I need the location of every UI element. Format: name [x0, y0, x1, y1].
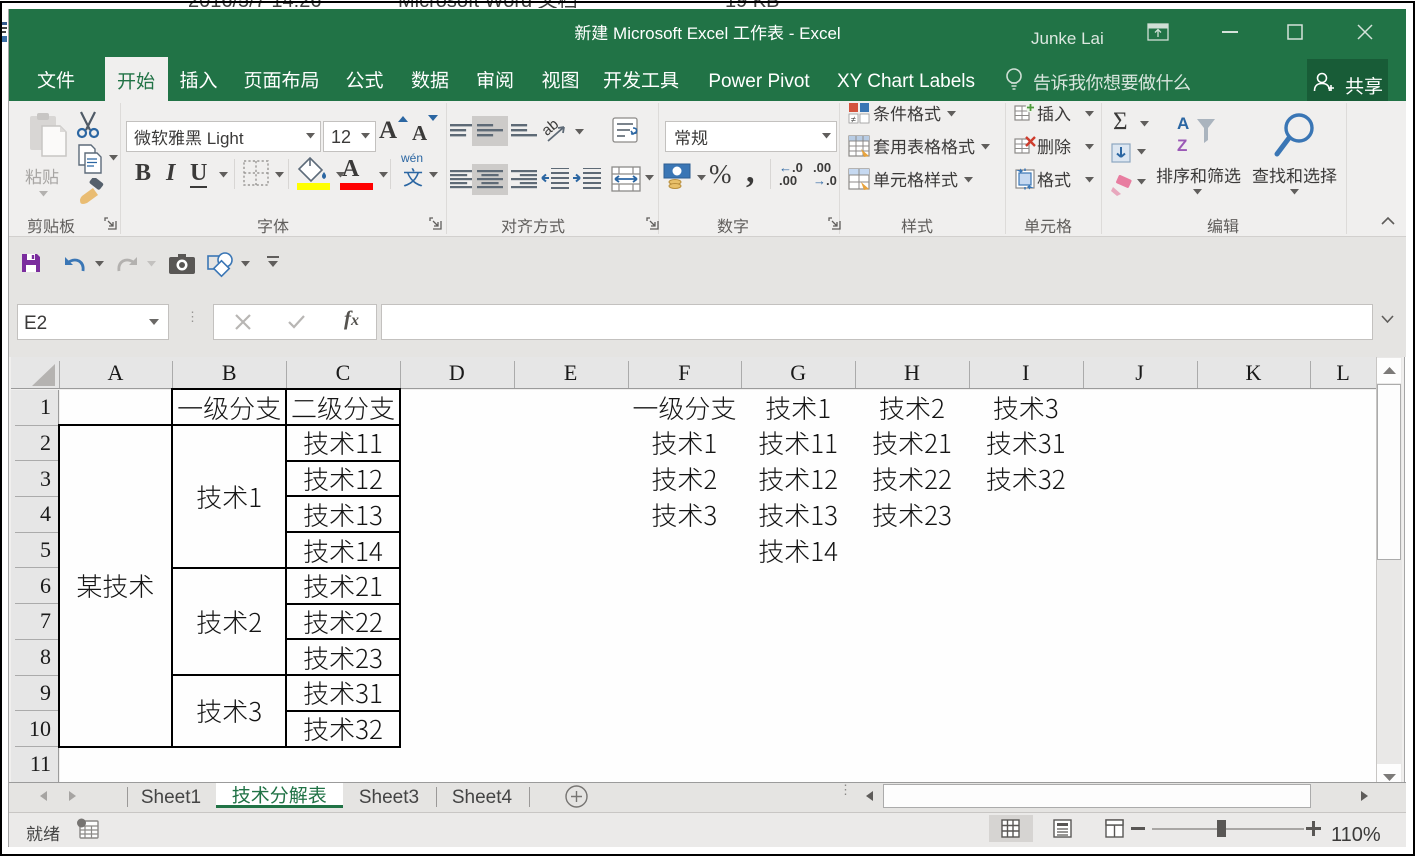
svg-text:Z: Z [1177, 136, 1187, 155]
svg-text:≠: ≠ [851, 112, 856, 124]
svg-text:A: A [1177, 114, 1189, 133]
